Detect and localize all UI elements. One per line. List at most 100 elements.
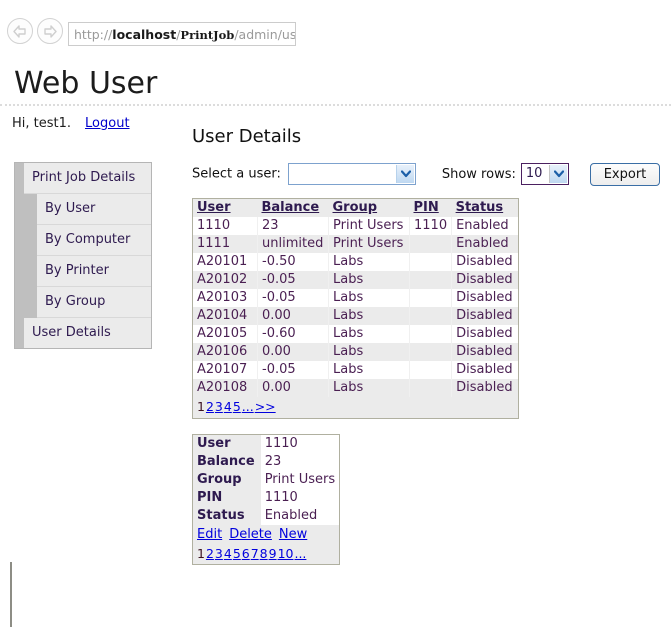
- grid-pagination-cell: 12345...>>: [192, 397, 519, 419]
- page-link-5[interactable]: 5: [233, 399, 241, 414]
- column-header-status-label[interactable]: Status: [456, 200, 504, 215]
- bottom-vertical-rule: [10, 562, 12, 627]
- chevron-down-icon[interactable]: [395, 165, 414, 183]
- page-link-4[interactable]: 4: [224, 399, 232, 414]
- table-row[interactable]: A20108 0.00 Labs Disabled: [192, 379, 519, 397]
- logout-link[interactable]: Logout: [85, 116, 130, 131]
- table-footer-row: 12345...>>: [192, 397, 519, 419]
- page-link-6[interactable]: 6: [242, 546, 250, 561]
- cell-status: Disabled: [451, 361, 519, 379]
- column-header-group[interactable]: Group: [328, 198, 410, 217]
- show-rows-dropdown[interactable]: 10: [520, 163, 569, 185]
- title-divider: [0, 104, 671, 106]
- cell-group: Labs: [328, 325, 410, 343]
- cell-user: A20103: [192, 289, 258, 307]
- cell-status: Disabled: [451, 343, 519, 361]
- column-header-group-label[interactable]: Group: [333, 200, 378, 215]
- page-link-ellipsis[interactable]: ...: [242, 399, 254, 414]
- column-header-balance-label[interactable]: Balance: [262, 200, 320, 215]
- grid-pagination: 12345...>>: [197, 399, 277, 414]
- cell-balance: unlimited: [257, 235, 329, 253]
- page-link-10[interactable]: 10: [278, 546, 294, 561]
- page-link-2[interactable]: 2: [206, 546, 214, 561]
- page-link-next[interactable]: >>: [255, 399, 276, 414]
- cell-status: Enabled: [451, 235, 519, 253]
- detail-row-balance: Balance 23: [192, 453, 340, 471]
- user-select-dropdown[interactable]: [287, 163, 416, 185]
- chevron-down-icon[interactable]: [548, 165, 567, 183]
- column-header-user[interactable]: User: [192, 198, 258, 217]
- table-row[interactable]: A20103 -0.05 Labs Disabled: [192, 289, 519, 307]
- sidebar-item-user-details[interactable]: User Details: [24, 318, 151, 348]
- user-detail-table: User 1110 Balance 23 Group Print Users P…: [192, 434, 341, 565]
- cell-pin: [409, 325, 453, 343]
- table-row[interactable]: A20101 -0.50 Labs Disabled: [192, 253, 519, 271]
- table-row[interactable]: A20102 -0.05 Labs Disabled: [192, 271, 519, 289]
- page-link-5[interactable]: 5: [233, 546, 241, 561]
- url-path: /admin/userinfo.aspx: [234, 27, 296, 42]
- edit-link[interactable]: Edit: [197, 527, 222, 542]
- user-grid-table: User Balance Group PIN Status 1110 23 Prin…: [192, 198, 520, 419]
- sidebar-item-by-group[interactable]: By Group: [37, 287, 151, 318]
- forward-arrow-icon[interactable]: [37, 18, 63, 44]
- delete-link[interactable]: Delete: [229, 527, 272, 542]
- detail-row-pin: PIN 1110: [192, 489, 340, 507]
- show-rows-label: Show rows:: [441, 166, 516, 182]
- detail-value-balance: 23: [264, 454, 282, 469]
- detail-label-status: Status: [192, 507, 261, 525]
- table-row[interactable]: 1110 23 Print Users 1110 Enabled: [192, 217, 519, 235]
- cell-status: Disabled: [451, 379, 519, 397]
- detail-row-group: Group Print Users: [192, 471, 340, 489]
- address-bar[interactable]: http://localhost/PrintJob/admin/userinfo…: [68, 22, 296, 46]
- cell-pin: [409, 289, 453, 307]
- detail-value-pin: 1110: [264, 490, 298, 505]
- sidebar-item-by-printer[interactable]: By Printer: [37, 256, 151, 287]
- cell-user: 1111: [192, 235, 258, 253]
- cell-balance: -0.05: [257, 361, 329, 379]
- detail-value-status: Enabled: [264, 508, 318, 523]
- detail-value-group: Print Users: [264, 472, 336, 487]
- page-link-3[interactable]: 3: [215, 399, 223, 414]
- detail-pagination-row: 12345678910...: [192, 544, 340, 565]
- cell-group: Labs: [328, 253, 410, 271]
- cell-balance: -0.50: [257, 253, 329, 271]
- cell-balance: -0.60: [257, 325, 329, 343]
- page-link-2[interactable]: 2: [206, 399, 214, 414]
- column-header-user-label[interactable]: User: [197, 200, 231, 215]
- detail-pagination: 12345678910...: [197, 546, 307, 561]
- page-link-7[interactable]: 7: [251, 546, 259, 561]
- url-application: PrintJob: [180, 28, 235, 42]
- page-link-4[interactable]: 4: [224, 546, 232, 561]
- cell-user: 1110: [192, 217, 258, 235]
- controls-row: Select a user: Show rows: 10: [192, 163, 569, 187]
- cell-balance: 0.00: [257, 379, 329, 397]
- cell-status: Disabled: [451, 253, 519, 271]
- column-header-status[interactable]: Status: [451, 198, 519, 217]
- sidebar-item-by-computer[interactable]: By Computer: [37, 225, 151, 256]
- cell-group: Labs: [328, 379, 410, 397]
- export-button[interactable]: Export: [590, 163, 660, 186]
- sidebar-item-by-user[interactable]: By User: [37, 194, 151, 225]
- sidebar-item-print-job-details[interactable]: Print Job Details: [24, 163, 151, 194]
- detail-label-group: Group: [192, 471, 261, 489]
- page-link-9[interactable]: 9: [269, 546, 277, 561]
- table-row[interactable]: A20106 0.00 Labs Disabled: [192, 343, 519, 361]
- detail-row-user: User 1110: [192, 434, 340, 453]
- table-row[interactable]: A20105 -0.60 Labs Disabled: [192, 325, 519, 343]
- column-header-pin-label[interactable]: PIN: [414, 200, 439, 215]
- table-row[interactable]: A20104 0.00 Labs Disabled: [192, 307, 519, 325]
- back-arrow-icon[interactable]: [7, 18, 33, 44]
- column-header-pin[interactable]: PIN: [409, 198, 452, 217]
- browser-toolbar: http://localhost/PrintJob/admin/userinfo…: [0, 0, 671, 58]
- cell-balance: -0.05: [257, 289, 329, 307]
- detail-actions-cell: Edit Delete New: [192, 525, 340, 544]
- table-row[interactable]: 1111 unlimited Print Users Enabled: [192, 235, 519, 253]
- column-header-balance[interactable]: Balance: [257, 198, 329, 217]
- cell-user: A20104: [192, 307, 258, 325]
- new-link[interactable]: New: [279, 527, 307, 542]
- page-link-3[interactable]: 3: [215, 546, 223, 561]
- page-link-8[interactable]: 8: [260, 546, 268, 561]
- table-row[interactable]: A20107 -0.05 Labs Disabled: [192, 361, 519, 379]
- page-link-ellipsis[interactable]: ...: [294, 546, 306, 561]
- cell-group: Labs: [328, 289, 410, 307]
